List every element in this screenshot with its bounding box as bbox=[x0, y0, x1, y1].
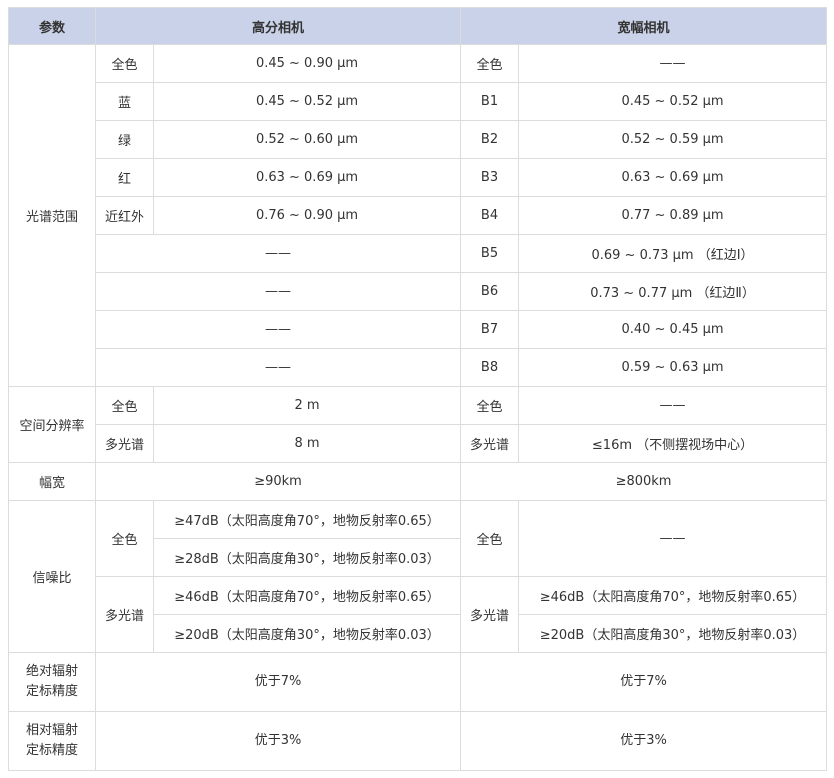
hr-band-value: 2 m bbox=[152, 386, 462, 425]
rel-calibration-label-line2: 定标精度 bbox=[25, 743, 78, 758]
wide-snr-pan-label: 全色 bbox=[460, 500, 520, 577]
hr-rel-calibration-value: 优于3% bbox=[94, 711, 462, 771]
abs-calibration-label-line1: 绝对辐射 bbox=[25, 664, 78, 679]
hr-snr-value: ≥20dB（太阳高度角30°，地物反射率0.03） bbox=[152, 614, 462, 653]
wide-band-value: ≤16m （不侧摆视场中心） bbox=[518, 424, 828, 463]
hr-empty-value: —— bbox=[94, 234, 462, 273]
table-row: —— B8 0.59 ~ 0.63 μm bbox=[9, 348, 828, 387]
wide-snr-value: ≥20dB（太阳高度角30°，地物反射率0.03） bbox=[518, 614, 828, 653]
hr-swath-value: ≥90km bbox=[94, 462, 462, 501]
hr-band-value: 0.45 ~ 0.90 μm bbox=[152, 44, 462, 83]
hr-empty-value: —— bbox=[94, 348, 462, 387]
wide-band-name: 多光谱 bbox=[460, 424, 520, 463]
wide-snr-value: ≥46dB（太阳高度角70°，地物反射率0.65） bbox=[518, 576, 828, 615]
table-row: 近红外 0.76 ~ 0.90 μm B4 0.77 ~ 0.89 μm bbox=[9, 196, 828, 235]
wide-snr-value: —— bbox=[518, 500, 828, 577]
wide-band-name: B6 bbox=[460, 272, 520, 311]
table-row: 信噪比 全色 ≥47dB（太阳高度角70°，地物反射率0.65） 全色 —— bbox=[8, 500, 828, 653]
wide-band-value: 0.69 ~ 0.73 μm （红边Ⅰ） bbox=[518, 234, 828, 273]
abs-calibration-label: 绝对辐射 定标精度 bbox=[8, 652, 96, 712]
table-row: 多光谱 ≥46dB（太阳高度角70°，地物反射率0.65） 多光谱 ≥46dB（… bbox=[9, 576, 828, 653]
spatial-resolution-label: 空间分辨率 bbox=[8, 386, 96, 463]
wide-band-name: 全色 bbox=[460, 44, 520, 83]
table-row: —— B7 0.40 ~ 0.45 μm bbox=[9, 310, 828, 349]
hr-empty-value: —— bbox=[94, 310, 462, 349]
wide-band-value: 0.63 ~ 0.69 μm bbox=[518, 158, 828, 197]
wide-abs-calibration-value: 优于7% bbox=[460, 652, 828, 712]
wide-band-value: 0.52 ~ 0.59 μm bbox=[518, 120, 828, 159]
table-row: 绝对辐射 定标精度 优于7% 优于7% bbox=[8, 652, 828, 712]
wide-swath-value: ≥800km bbox=[460, 462, 828, 501]
hr-band-name: 全色 bbox=[95, 386, 154, 425]
abs-calibration-label-line2: 定标精度 bbox=[25, 684, 78, 699]
table-row: 多光谱 8 m 多光谱 ≤16m （不侧摆视场中心） bbox=[9, 424, 828, 463]
wide-band-value: —— bbox=[518, 386, 828, 425]
hr-band-value: 0.76 ~ 0.90 μm bbox=[152, 196, 462, 235]
table-row: 蓝 0.45 ~ 0.52 μm B1 0.45 ~ 0.52 μm bbox=[9, 82, 828, 121]
hr-abs-calibration-value: 优于7% bbox=[94, 652, 462, 712]
rel-calibration-label-line1: 相对辐射 bbox=[25, 723, 78, 738]
hr-snr-value: ≥28dB（太阳高度角30°，地物反射率0.03） bbox=[152, 538, 462, 577]
wide-band-name: B1 bbox=[460, 82, 520, 121]
hr-snr-pan-label: 全色 bbox=[95, 500, 154, 577]
hr-snr-ms-label: 多光谱 bbox=[95, 576, 154, 653]
wide-band-name: B7 bbox=[460, 310, 520, 349]
wide-band-name: B4 bbox=[460, 196, 520, 235]
table-header-row: 参数 高分相机 宽幅相机 bbox=[8, 7, 828, 45]
table-row: —— B5 0.69 ~ 0.73 μm （红边Ⅰ） bbox=[9, 234, 828, 273]
hr-snr-value: ≥46dB（太阳高度角70°，地物反射率0.65） bbox=[152, 576, 462, 615]
wide-snr-ms-label: 多光谱 bbox=[460, 576, 520, 653]
header-high-res-camera: 高分相机 bbox=[94, 7, 462, 45]
wide-band-name: B8 bbox=[460, 348, 520, 387]
swath-label: 幅宽 bbox=[8, 462, 96, 501]
hr-band-name: 近红外 bbox=[95, 196, 154, 235]
rel-calibration-label: 相对辐射 定标精度 bbox=[8, 711, 96, 771]
header-param: 参数 bbox=[8, 7, 96, 45]
wide-band-value: 0.73 ~ 0.77 μm （红边Ⅱ） bbox=[518, 272, 828, 311]
hr-band-value: 0.52 ~ 0.60 μm bbox=[152, 120, 462, 159]
hr-band-value: 0.45 ~ 0.52 μm bbox=[152, 82, 462, 121]
wide-band-value: —— bbox=[518, 44, 828, 83]
wide-band-name: B2 bbox=[460, 120, 520, 159]
table-row: 空间分辨率 全色 2 m 全色 —— bbox=[8, 386, 828, 463]
spectral-range-label: 光谱范围 bbox=[8, 44, 96, 387]
table-row: 绿 0.52 ~ 0.60 μm B2 0.52 ~ 0.59 μm bbox=[9, 120, 828, 159]
hr-band-name: 全色 bbox=[95, 44, 154, 83]
camera-parameter-table: 参数 高分相机 宽幅相机 光谱范围 全色 0.45 ~ 0.90 μm 全色 —… bbox=[8, 7, 828, 771]
table-row: 幅宽 ≥90km ≥800km bbox=[8, 462, 828, 501]
header-wide-camera: 宽幅相机 bbox=[460, 7, 828, 45]
wide-band-value: 0.77 ~ 0.89 μm bbox=[518, 196, 828, 235]
wide-band-name: B5 bbox=[460, 234, 520, 273]
table-row: 相对辐射 定标精度 优于3% 优于3% bbox=[8, 711, 828, 771]
hr-band-name: 绿 bbox=[95, 120, 154, 159]
table-row: —— B6 0.73 ~ 0.77 μm （红边Ⅱ） bbox=[9, 272, 828, 311]
wide-band-value: 0.59 ~ 0.63 μm bbox=[518, 348, 828, 387]
hr-band-value: 0.63 ~ 0.69 μm bbox=[152, 158, 462, 197]
hr-snr-value: ≥47dB（太阳高度角70°，地物反射率0.65） bbox=[152, 500, 462, 539]
table-row: 光谱范围 全色 0.45 ~ 0.90 μm 全色 —— bbox=[8, 44, 828, 387]
wide-band-name: B3 bbox=[460, 158, 520, 197]
table-row: 红 0.63 ~ 0.69 μm B3 0.63 ~ 0.69 μm bbox=[9, 158, 828, 197]
hr-band-name: 蓝 bbox=[95, 82, 154, 121]
wide-band-name: 全色 bbox=[460, 386, 520, 425]
hr-band-name: 红 bbox=[95, 158, 154, 197]
wide-rel-calibration-value: 优于3% bbox=[460, 711, 828, 771]
hr-band-value: 8 m bbox=[152, 424, 462, 463]
hr-empty-value: —— bbox=[94, 272, 462, 311]
snr-label: 信噪比 bbox=[8, 500, 96, 653]
wide-band-value: 0.40 ~ 0.45 μm bbox=[518, 310, 828, 349]
hr-band-name: 多光谱 bbox=[95, 424, 154, 463]
wide-band-value: 0.45 ~ 0.52 μm bbox=[518, 82, 828, 121]
